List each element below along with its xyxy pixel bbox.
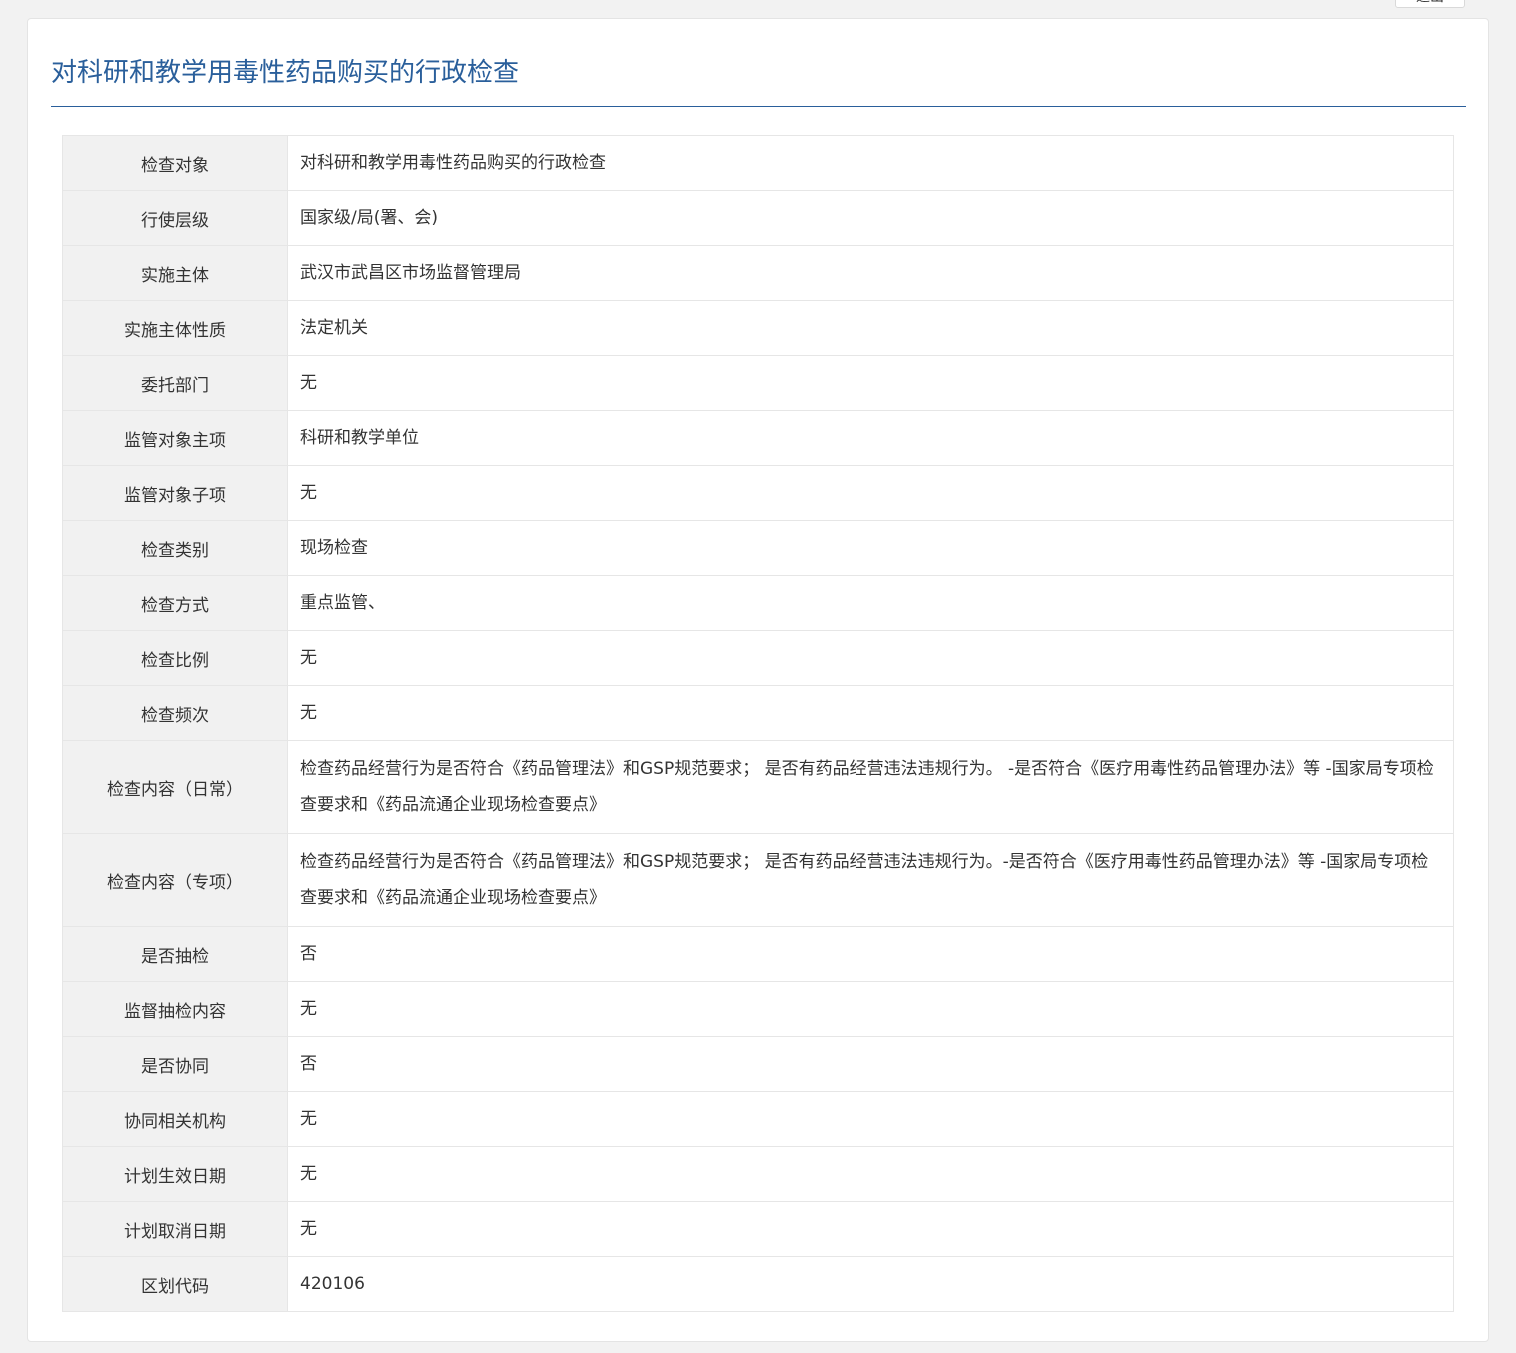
logout-button[interactable]: 退出 [1395, 0, 1465, 8]
table-row: 委托部门 无 [62, 355, 1454, 411]
row-label: 是否协同 [62, 1036, 288, 1092]
row-label: 委托部门 [62, 355, 288, 411]
table-row: 监管对象子项 无 [62, 465, 1454, 521]
row-label: 计划取消日期 [62, 1201, 288, 1257]
table-row: 检查内容（日常） 检查药品经营行为是否符合《药品管理法》和GSP规范要求； 是否… [62, 740, 1454, 834]
table-row: 区划代码 420106 [62, 1256, 1454, 1312]
row-label: 区划代码 [62, 1256, 288, 1312]
row-label: 协同相关机构 [62, 1091, 288, 1147]
row-label: 监督抽检内容 [62, 981, 288, 1037]
row-value: 重点监管、 [287, 575, 1454, 631]
row-label: 检查频次 [62, 685, 288, 741]
table-row: 行使层级 国家级/局(署、会) [62, 190, 1454, 246]
row-value: 对科研和教学用毒性药品购买的行政检查 [287, 135, 1454, 191]
row-value: 否 [287, 1036, 1454, 1092]
table-row: 是否抽检 否 [62, 926, 1454, 982]
row-label: 检查类别 [62, 520, 288, 576]
table-row: 检查频次 无 [62, 685, 1454, 741]
row-label: 监管对象主项 [62, 410, 288, 466]
row-value: 国家级/局(署、会) [287, 190, 1454, 246]
row-value: 无 [287, 465, 1454, 521]
row-label: 检查内容（专项） [62, 833, 288, 927]
row-value: 420106 [287, 1256, 1454, 1312]
row-label: 检查比例 [62, 630, 288, 686]
row-value: 无 [287, 1201, 1454, 1257]
detail-panel: 对科研和教学用毒性药品购买的行政检查 检查对象 对科研和教学用毒性药品购买的行政… [27, 18, 1489, 1342]
table-row: 实施主体 武汉市武昌区市场监督管理局 [62, 245, 1454, 301]
table-row: 计划取消日期 无 [62, 1201, 1454, 1257]
table-row: 检查内容（专项） 检查药品经营行为是否符合《药品管理法》和GSP规范要求； 是否… [62, 833, 1454, 927]
table-row: 检查类别 现场检查 [62, 520, 1454, 576]
title-divider [51, 106, 1466, 107]
row-value: 武汉市武昌区市场监督管理局 [287, 245, 1454, 301]
row-value: 否 [287, 926, 1454, 982]
page-title: 对科研和教学用毒性药品购买的行政检查 [51, 58, 520, 88]
row-label: 监管对象子项 [62, 465, 288, 521]
row-label: 实施主体性质 [62, 300, 288, 356]
table-row: 检查方式 重点监管、 [62, 575, 1454, 631]
table-row: 检查比例 无 [62, 630, 1454, 686]
row-label: 检查方式 [62, 575, 288, 631]
table-row: 是否协同 否 [62, 1036, 1454, 1092]
table-row: 计划生效日期 无 [62, 1146, 1454, 1202]
row-value: 无 [287, 630, 1454, 686]
row-label: 行使层级 [62, 190, 288, 246]
table-row: 检查对象 对科研和教学用毒性药品购买的行政检查 [62, 135, 1454, 191]
row-label: 实施主体 [62, 245, 288, 301]
row-value: 法定机关 [287, 300, 1454, 356]
table-row: 实施主体性质 法定机关 [62, 300, 1454, 356]
row-value: 检查药品经营行为是否符合《药品管理法》和GSP规范要求； 是否有药品经营违法违规… [287, 740, 1454, 834]
row-label: 检查对象 [62, 135, 288, 191]
row-value: 无 [287, 1146, 1454, 1202]
row-value: 检查药品经营行为是否符合《药品管理法》和GSP规范要求； 是否有药品经营违法违规… [287, 833, 1454, 927]
row-value: 无 [287, 355, 1454, 411]
row-label: 检查内容（日常） [62, 740, 288, 834]
table-row: 协同相关机构 无 [62, 1091, 1454, 1147]
row-value: 现场检查 [287, 520, 1454, 576]
row-value: 无 [287, 685, 1454, 741]
detail-table: 检查对象 对科研和教学用毒性药品购买的行政检查 行使层级 国家级/局(署、会) … [62, 135, 1454, 1312]
row-value: 科研和教学单位 [287, 410, 1454, 466]
row-label: 是否抽检 [62, 926, 288, 982]
table-row: 监管对象主项 科研和教学单位 [62, 410, 1454, 466]
row-value: 无 [287, 981, 1454, 1037]
row-value: 无 [287, 1091, 1454, 1147]
row-label: 计划生效日期 [62, 1146, 288, 1202]
table-row: 监督抽检内容 无 [62, 981, 1454, 1037]
